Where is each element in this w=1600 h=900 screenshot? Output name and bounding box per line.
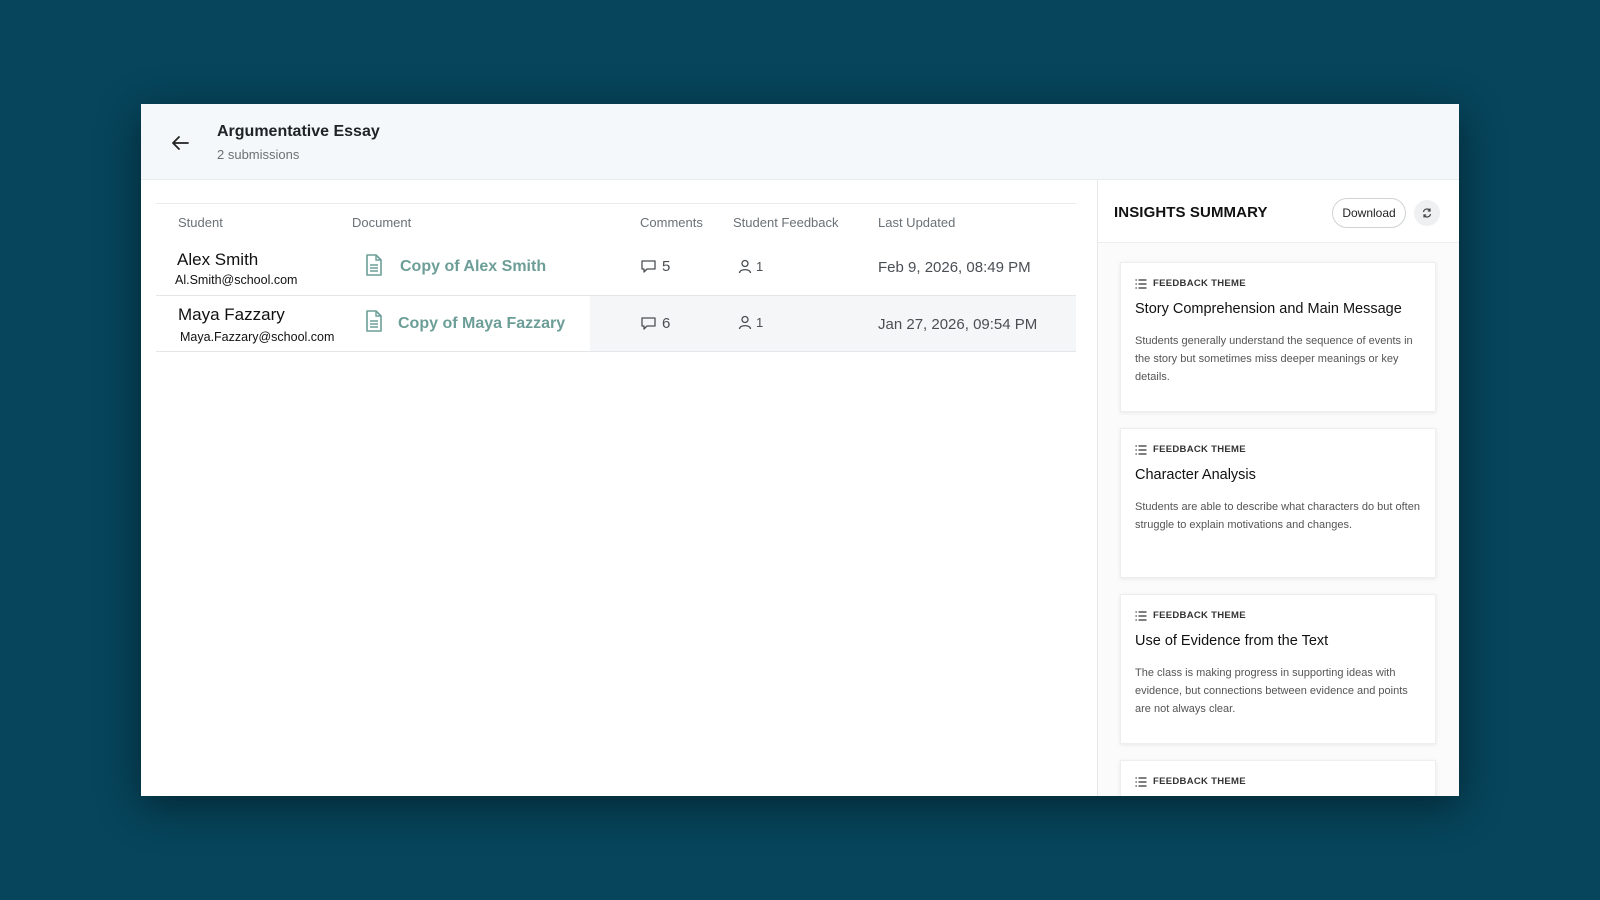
submissions-panel: Student Document Comments Student Feedba… bbox=[141, 180, 1097, 796]
feedback-value: 1 bbox=[756, 315, 764, 330]
document-icon bbox=[366, 254, 382, 276]
app-window: Argumentative Essay 2 submissions Studen… bbox=[141, 104, 1459, 796]
feedback-theme-card[interactable]: FEEDBACK THEME bbox=[1120, 760, 1436, 796]
column-header-student[interactable]: Student bbox=[178, 215, 223, 230]
list-icon bbox=[1135, 610, 1147, 621]
refresh-icon bbox=[1422, 208, 1432, 218]
insights-header: INSIGHTS SUMMARY Download bbox=[1098, 180, 1459, 243]
comments-value: 5 bbox=[662, 258, 671, 275]
page-header: Argumentative Essay 2 submissions bbox=[141, 104, 1459, 180]
column-header-document[interactable]: Document bbox=[352, 215, 411, 230]
list-icon bbox=[1135, 444, 1147, 455]
document-link[interactable]: Copy of Alex Smith bbox=[400, 258, 546, 276]
comments-count[interactable]: 6 bbox=[640, 315, 670, 332]
person-icon bbox=[738, 315, 752, 330]
back-button[interactable] bbox=[165, 128, 195, 158]
card-title: Story Comprehension and Main Message bbox=[1135, 301, 1402, 317]
column-header-last-updated[interactable]: Last Updated bbox=[878, 215, 955, 230]
last-updated: Feb 9, 2026, 08:49 PM bbox=[878, 259, 1031, 276]
comments-count[interactable]: 5 bbox=[640, 258, 670, 275]
card-title: Use of Evidence from the Text bbox=[1135, 633, 1329, 649]
feedback-value: 1 bbox=[756, 259, 764, 274]
refresh-button[interactable] bbox=[1414, 200, 1440, 226]
comment-icon bbox=[641, 260, 656, 273]
back-arrow-icon bbox=[172, 136, 189, 150]
document-cell: Copy of Maya Fazzary bbox=[350, 296, 590, 351]
document-icon bbox=[366, 310, 382, 332]
last-updated: Jan 27, 2026, 09:54 PM bbox=[878, 316, 1038, 333]
card-kicker-label: FEEDBACK THEME bbox=[1153, 278, 1246, 289]
card-kicker: FEEDBACK THEME bbox=[1135, 278, 1246, 289]
card-kicker: FEEDBACK THEME bbox=[1135, 610, 1246, 621]
card-body: Students are able to describe what chara… bbox=[1135, 501, 1420, 531]
document-link[interactable]: Copy of Maya Fazzary bbox=[398, 315, 565, 333]
card-kicker-label: FEEDBACK THEME bbox=[1153, 776, 1246, 787]
table-row[interactable]: Maya Fazzary Maya.Fazzary@school.com Cop… bbox=[156, 296, 1076, 352]
student-email: Maya.Fazzary@school.com bbox=[180, 330, 335, 344]
column-header-comments[interactable]: Comments bbox=[640, 215, 703, 230]
table-header: Student Document Comments Student Feedba… bbox=[156, 204, 1076, 240]
card-body: Students generally understand the sequen… bbox=[1135, 335, 1413, 383]
insights-sidebar: INSIGHTS SUMMARY Download FEEDBACK THEME… bbox=[1097, 180, 1459, 796]
comment-icon bbox=[641, 317, 656, 330]
list-icon bbox=[1135, 776, 1147, 787]
table-row[interactable]: Alex Smith Al.Smith@school.com Copy of A… bbox=[156, 240, 1076, 296]
list-icon bbox=[1135, 278, 1147, 289]
submission-count: 2 submissions bbox=[217, 147, 300, 162]
card-kicker: FEEDBACK THEME bbox=[1135, 444, 1246, 455]
student-name: Alex Smith bbox=[177, 250, 259, 269]
person-icon bbox=[738, 259, 752, 274]
insights-title: INSIGHTS SUMMARY bbox=[1114, 204, 1268, 221]
feedback-theme-card[interactable]: FEEDBACK THEME Character Analysis Studen… bbox=[1120, 428, 1436, 578]
card-body: The class is making progress in supporti… bbox=[1135, 667, 1408, 715]
student-cell: Alex Smith Al.Smith@school.com bbox=[156, 240, 350, 295]
feedback-theme-card[interactable]: FEEDBACK THEME Story Comprehension and M… bbox=[1120, 262, 1436, 412]
student-email: Al.Smith@school.com bbox=[175, 273, 298, 287]
card-kicker: FEEDBACK THEME bbox=[1135, 776, 1246, 787]
comments-value: 6 bbox=[662, 315, 671, 332]
card-title: Character Analysis bbox=[1135, 467, 1256, 483]
student-cell: Maya Fazzary Maya.Fazzary@school.com bbox=[156, 296, 350, 351]
column-header-student-feedback[interactable]: Student Feedback bbox=[733, 215, 839, 230]
submissions-table: Student Document Comments Student Feedba… bbox=[156, 203, 1076, 352]
student-feedback-count[interactable]: 1 bbox=[738, 259, 763, 274]
feedback-theme-card[interactable]: FEEDBACK THEME Use of Evidence from the … bbox=[1120, 594, 1436, 744]
page-title: Argumentative Essay bbox=[217, 123, 380, 140]
card-kicker-label: FEEDBACK THEME bbox=[1153, 610, 1246, 621]
card-kicker-label: FEEDBACK THEME bbox=[1153, 444, 1246, 455]
download-button[interactable]: Download bbox=[1332, 198, 1406, 228]
student-feedback-count[interactable]: 1 bbox=[738, 315, 763, 330]
document-cell: Copy of Alex Smith bbox=[350, 240, 590, 295]
student-name: Maya Fazzary bbox=[178, 305, 285, 324]
